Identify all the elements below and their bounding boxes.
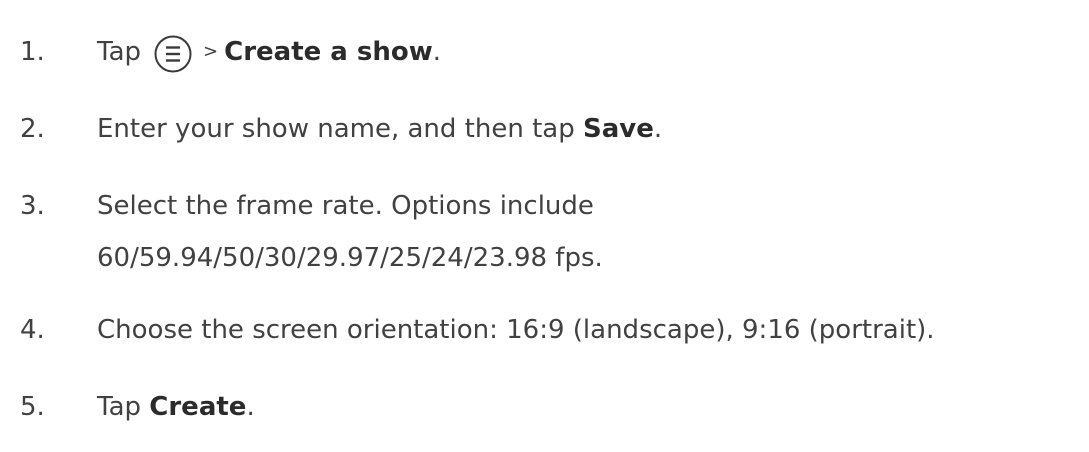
instruction-steps: 1. Tap > Create a show. 2. Enter your sho… — [0, 0, 1089, 452]
menu-item-create-a-show: Create a show — [224, 37, 433, 67]
step-text-end: . — [432, 37, 442, 67]
step-number: 1. — [20, 37, 45, 67]
step-text-lead: Tap — [97, 392, 142, 422]
step-text: Enter your show name, and then tap Save. — [97, 107, 662, 151]
save-button-label: Save — [583, 114, 654, 144]
step-text-lead: Tap — [97, 37, 142, 67]
create-button-label: Create — [149, 392, 247, 422]
step-text: Tap > Create a show. — [97, 30, 441, 77]
step-number: 5. — [20, 392, 45, 422]
step-number: 4. — [20, 315, 45, 345]
step-text-end: . — [246, 392, 255, 422]
breadcrumb-separator: > — [203, 41, 219, 62]
step-text-lead: Enter your show name, and then tap — [97, 114, 575, 144]
step-text-end: . — [653, 114, 663, 144]
step-number: 2. — [20, 114, 45, 144]
step-text: Choose the screen orientation: 16:9 (lan… — [97, 315, 935, 345]
step-number: 3. — [20, 191, 45, 221]
step-text: Tap Create. — [97, 385, 255, 429]
menu-circle-icon — [154, 35, 192, 73]
step-text-line-1: Select the frame rate. Options include — [97, 191, 594, 221]
step-text-line-2: 60/59.94/50/30/29.97/25/24/23.98 fps. — [97, 243, 603, 273]
